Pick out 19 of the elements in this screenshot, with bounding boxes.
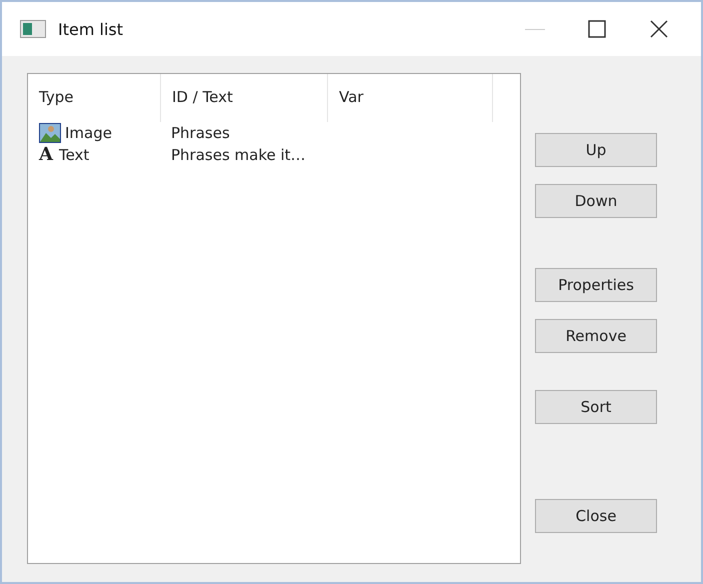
window-icon [20, 20, 46, 38]
maximize-icon[interactable] [588, 20, 606, 38]
window-title: Item list [58, 20, 124, 38]
image-icon [39, 123, 61, 143]
text-type-icon: A [39, 146, 53, 164]
close-icon[interactable] [650, 20, 668, 38]
column-header[interactable]: ID / Text [161, 74, 328, 122]
type-label: Text [58, 146, 90, 164]
type-label: Image [65, 124, 112, 142]
dialog-button[interactable]: Remove [535, 319, 657, 353]
dialog-button[interactable]: Down [535, 184, 657, 218]
table-cell-text: Phrases make it… [170, 146, 306, 164]
dialog-button[interactable]: Close [535, 499, 657, 533]
dialog-button[interactable]: Sort [535, 390, 657, 424]
column-header[interactable]: Type [28, 74, 161, 122]
dialog-button[interactable]: Properties [535, 268, 657, 302]
column-header[interactable]: Var [328, 74, 493, 122]
dialog-button[interactable]: Up [535, 133, 657, 167]
table-cell-text: Phrases [170, 124, 230, 142]
